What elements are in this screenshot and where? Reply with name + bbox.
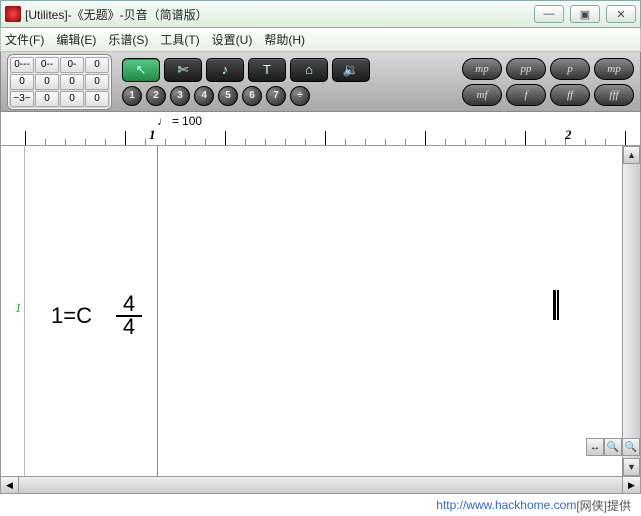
note-6-button[interactable]: 6	[242, 86, 262, 106]
pad-cell[interactable]: 0-	[60, 57, 84, 73]
zoom-reset-button[interactable]: ↔	[586, 438, 604, 456]
pad-cell[interactable]: 0	[60, 91, 84, 107]
time-signature: 4 4	[116, 294, 142, 338]
barline	[157, 146, 158, 476]
menu-settings[interactable]: 设置(U)	[212, 31, 253, 48]
window-title: [Utilites]-《无题》-贝音（简谱版）	[25, 6, 534, 23]
dyn-button[interactable]: ff	[550, 84, 590, 106]
tuning-tool[interactable]: ♪	[206, 58, 244, 82]
note-2-button[interactable]: 2	[146, 86, 166, 106]
pad-cell[interactable]: 0	[85, 74, 109, 90]
pad-cell[interactable]: 0	[10, 74, 34, 90]
scroll-right-button[interactable]: ▶	[622, 477, 640, 493]
measure-number: 1	[149, 127, 156, 143]
note-1-button[interactable]: 1	[122, 86, 142, 106]
score-canvas[interactable]: 1 1=C 4 4 ▲ ▼ ↔ 🔍 🔍	[0, 146, 641, 476]
quarter-note-icon: ♩	[157, 114, 169, 128]
dyn-button[interactable]: p	[550, 58, 590, 80]
horizontal-scrollbar[interactable]: ◀ ▶	[0, 476, 641, 494]
dyn-button[interactable]: fff	[594, 84, 634, 106]
menu-help[interactable]: 帮助(H)	[264, 31, 305, 48]
line-number: 1	[15, 300, 22, 316]
dyn-button[interactable]: f	[506, 84, 546, 106]
cut-tool[interactable]: ✄	[164, 58, 202, 82]
vertical-scrollbar[interactable]: ▲ ▼	[622, 146, 640, 476]
menu-edit[interactable]: 编辑(E)	[56, 31, 96, 48]
scroll-down-button[interactable]: ▼	[623, 458, 640, 476]
zoom-out-button[interactable]: 🔍	[622, 438, 640, 456]
scroll-track[interactable]	[19, 477, 622, 493]
title-bar: [Utilites]-《无题》-贝音（简谱版） — ▣ ✕	[0, 0, 641, 28]
notation-pad: 0--- 0-- 0- 0 0 0 0 0 ~3~ 0 0 0	[7, 54, 112, 110]
dyn-button[interactable]: mp	[594, 58, 634, 80]
note-4-button[interactable]: 4	[194, 86, 214, 106]
pad-cell[interactable]: ~3~	[10, 91, 34, 107]
pad-cell[interactable]: 0	[85, 91, 109, 107]
dynamics-panel: mp pp p mp mf f ff fff	[462, 58, 634, 106]
footer: http://www.hackhome.com [网侠]提供	[0, 494, 641, 516]
pad-cell[interactable]: 0	[60, 74, 84, 90]
pad-cell[interactable]: 0	[85, 57, 109, 73]
tempo-indicator: ♩ =100	[157, 114, 202, 128]
scissors-icon: ✄	[178, 62, 189, 78]
menu-score[interactable]: 乐谱(S)	[108, 31, 148, 48]
lyric-tool[interactable]: ⌂	[290, 58, 328, 82]
pad-cell[interactable]: 0	[35, 91, 59, 107]
scroll-up-button[interactable]: ▲	[623, 146, 640, 164]
text-icon: T	[263, 62, 271, 77]
zoom-in-button[interactable]: 🔍	[604, 438, 622, 456]
pointer-tool[interactable]: ↖	[122, 58, 160, 82]
close-button[interactable]: ✕	[606, 5, 636, 23]
note-3-button[interactable]: 3	[170, 86, 190, 106]
pad-cell[interactable]: 0---	[10, 57, 34, 73]
pad-cell[interactable]: 0	[35, 74, 59, 90]
sound-tool[interactable]: 🔉	[332, 58, 370, 82]
arrow-icon: ↖	[136, 62, 147, 78]
menu-bar: 文件(F) 编辑(E) 乐谱(S) 工具(T) 设置(U) 帮助(H)	[0, 28, 641, 52]
text-tool[interactable]: T	[248, 58, 286, 82]
dyn-button[interactable]: mf	[462, 84, 502, 106]
maximize-button[interactable]: ▣	[570, 5, 600, 23]
zoom-controls: ↔ 🔍 🔍	[586, 438, 640, 456]
note-div-button[interactable]: ÷	[290, 86, 310, 106]
menu-file[interactable]: 文件(F)	[5, 31, 44, 48]
lyric-icon: ⌂	[305, 62, 313, 77]
staff-line: 1=C 4 4	[51, 294, 142, 338]
dyn-button[interactable]: mp	[462, 58, 502, 80]
minimize-button[interactable]: —	[534, 5, 564, 23]
app-icon	[5, 6, 21, 22]
key-signature: 1=C	[51, 303, 92, 329]
tuning-fork-icon: ♪	[222, 62, 229, 77]
source-credit: [网侠]提供	[576, 497, 631, 514]
scroll-left-button[interactable]: ◀	[1, 477, 19, 493]
toolbar: 0--- 0-- 0- 0 0 0 0 0 ~3~ 0 0 0 ↖ ✄ ♪ T …	[0, 52, 641, 112]
pad-cell[interactable]: 0--	[35, 57, 59, 73]
ruler[interactable]: ♩ =100 1 2	[0, 112, 641, 146]
menu-tools[interactable]: 工具(T)	[160, 31, 199, 48]
note-5-button[interactable]: 5	[218, 86, 238, 106]
note-7-button[interactable]: 7	[266, 86, 286, 106]
speaker-icon: 🔉	[343, 62, 359, 78]
dyn-button[interactable]: pp	[506, 58, 546, 80]
end-barline	[553, 290, 559, 320]
source-link[interactable]: http://www.hackhome.com	[436, 498, 576, 512]
